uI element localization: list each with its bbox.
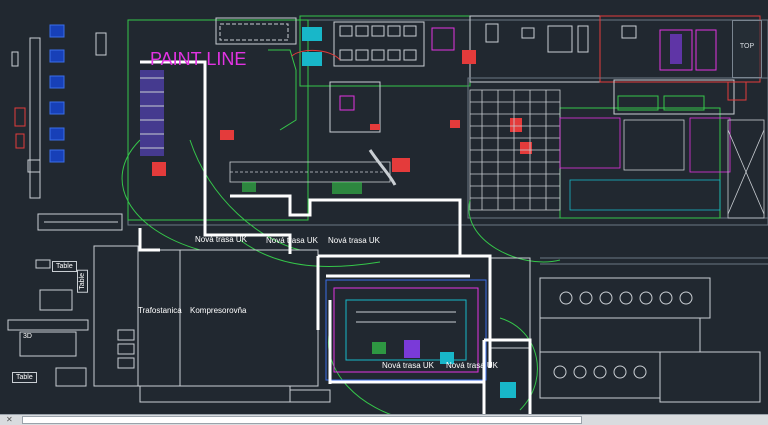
route-label-5: Nová trasa UK: [446, 361, 499, 370]
viewcube-top-label[interactable]: TOP: [733, 43, 761, 50]
close-icon[interactable]: ✕: [6, 415, 13, 425]
left-legend: [11, 24, 123, 231]
table-label-bottom: Table: [12, 372, 37, 383]
route-label-3: Nová trasa UK: [328, 236, 381, 245]
three-d-label: 3D: [23, 333, 32, 340]
command-input[interactable]: [22, 416, 582, 424]
drawing-viewport[interactable]: PAINT LINE Nová trasa UK Nová trasa UK N…: [0, 0, 768, 425]
route-label-1: Nová trasa UK: [195, 235, 248, 244]
table-label-top: Table: [52, 261, 77, 272]
route-label-2: Nová trasa UK: [266, 236, 319, 245]
paint-line-area: [140, 49, 532, 186]
command-line: ✕: [0, 414, 768, 425]
viewcube[interactable]: TOP: [732, 20, 762, 78]
table-label-side: Table: [77, 270, 88, 293]
trafostanica-label: Trafostanica: [138, 306, 182, 315]
kompresorovna-label: Kompresorovňa: [190, 306, 247, 315]
paint-line-label: PAINT LINE: [150, 49, 247, 69]
lower-section: [7, 245, 768, 403]
equipment-blocks: [302, 21, 747, 115]
route-label-4: Nová trasa UK: [382, 361, 435, 370]
